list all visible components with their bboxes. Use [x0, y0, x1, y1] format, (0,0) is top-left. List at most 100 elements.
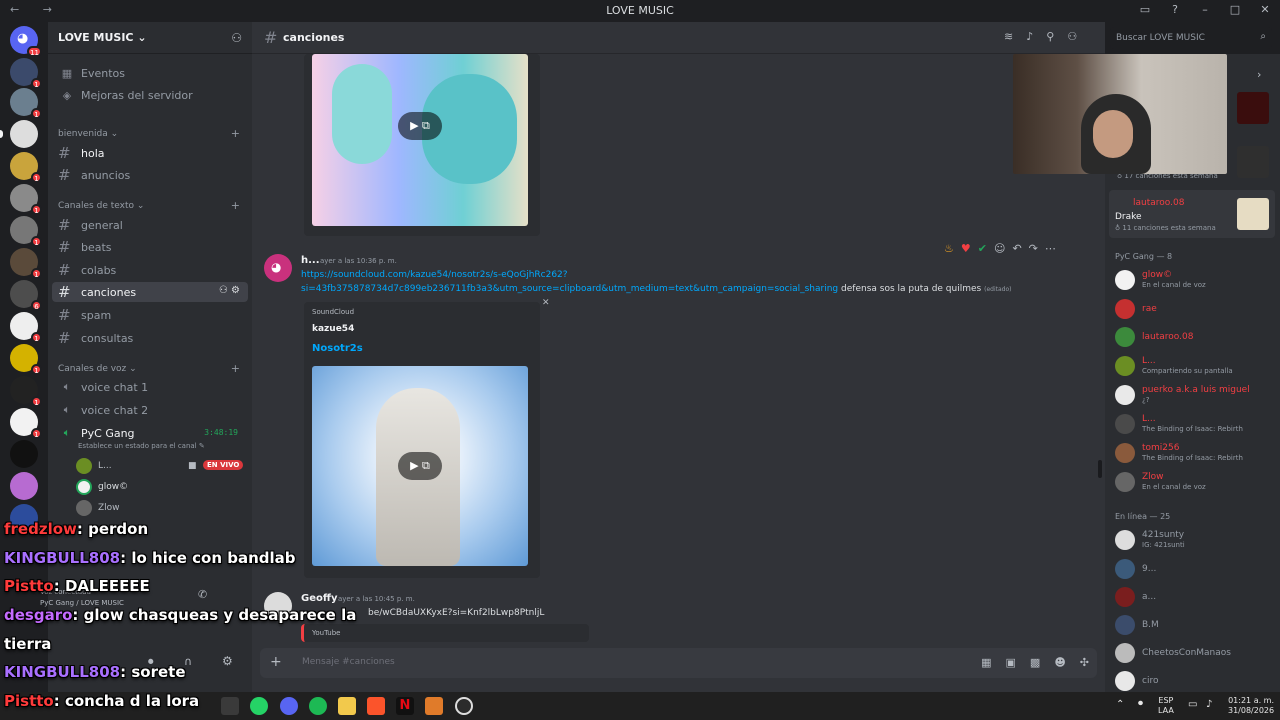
add-channel-icon[interactable]: + — [231, 127, 240, 140]
avatar[interactable]: ◕ — [264, 254, 292, 282]
channel-hola[interactable]: # hola — [52, 143, 248, 163]
member-row[interactable]: B.M — [1115, 613, 1159, 637]
member-row[interactable]: Zlow En el canal de voz — [1115, 470, 1206, 494]
member-row[interactable]: 421sunty IG: 421sunti — [1115, 528, 1185, 552]
category-bienvenida[interactable]: bienvenida ⌄ — [58, 129, 118, 139]
message-link[interactable]: si=43fb375878734d7c899eb236711fb3a3&utm_… — [301, 284, 838, 294]
activity-thumbnail[interactable] — [1237, 92, 1269, 124]
mic-tray-icon[interactable]: ⏺ — [1138, 699, 1143, 709]
member-row[interactable]: tomi256 The Binding of Isaac: Rebirth — [1115, 441, 1243, 465]
channel-beats[interactable]: # beats — [52, 237, 248, 257]
message-link[interactable]: be/wCBdaUXKyxE?si=Knf2lbLwp8PtnljL — [368, 606, 544, 620]
voice-status[interactable]: Establece un estado para el canal ✎ — [78, 442, 205, 450]
message-link[interactable]: https://soundcloud.com/kazue54/nosotr2s/… — [301, 270, 568, 280]
member-row[interactable]: glow© En el canal de voz — [1115, 268, 1206, 292]
file-explorer-icon[interactable] — [338, 697, 356, 715]
member-card-drake[interactable]: lautaroo.08 Drake ♁ 11 canciones esta se… — [1109, 190, 1275, 238]
voice-channel-pyc-gang[interactable]: 🔈︎ PyC Gang 3:48:19 — [52, 423, 248, 443]
add-channel-icon[interactable]: + — [231, 362, 240, 375]
sticker-icon[interactable]: ▩ — [1030, 656, 1040, 669]
server-icon[interactable] — [10, 440, 38, 468]
channel-anuncios[interactable]: # anuncios — [52, 165, 248, 185]
threads-icon[interactable]: ≋ — [1004, 30, 1013, 43]
boosts-item[interactable]: ◈ Mejoras del servidor — [52, 85, 248, 105]
events-item[interactable]: ▦ Eventos — [52, 63, 248, 83]
disconnect-icon[interactable]: ✆ — [198, 588, 207, 601]
message-composer[interactable]: + Mensaje #canciones ▦ ▣ ▩ ☻ ✣ — [260, 648, 1097, 678]
chevron-right-icon[interactable]: › — [1257, 68, 1261, 81]
member-row[interactable]: CheetosConManaos — [1115, 641, 1231, 665]
server-icon[interactable]: 1 — [10, 184, 42, 215]
member-row[interactable]: L... The Binding of Isaac: Rebirth — [1115, 412, 1243, 436]
embed-title[interactable]: Nosotr2s — [312, 343, 363, 354]
user-settings-icon[interactable]: ⚙ — [222, 654, 233, 668]
app-icon[interactable] — [425, 697, 443, 715]
embed-thumbnail[interactable]: ▶ ⧉ — [312, 366, 528, 566]
member-row[interactable]: 9... — [1115, 557, 1156, 581]
channel-consultas[interactable]: # consultas — [52, 328, 248, 348]
task-view-icon[interactable] — [221, 697, 239, 715]
embed-author[interactable]: kazue54 — [312, 324, 354, 334]
close-button[interactable]: ✕ — [1258, 3, 1272, 16]
check-reaction-icon[interactable]: ✔ — [978, 242, 987, 262]
maximize-button[interactable]: □ — [1228, 3, 1242, 16]
server-icon[interactable]: 1 — [10, 376, 42, 407]
clock[interactable]: 01:21 a. m. 31/08/2026 — [1228, 696, 1274, 716]
voice-channel-1[interactable]: 🔈︎ voice chat 1 — [52, 377, 248, 397]
pin-icon[interactable]: ⚲ — [1046, 30, 1054, 43]
member-row[interactable]: rae — [1115, 297, 1157, 321]
play-icon[interactable]: ▶ ⧉ — [398, 112, 442, 140]
member-row[interactable]: a... — [1115, 585, 1156, 609]
more-icon[interactable]: ⋯ — [1045, 242, 1056, 262]
fire-reaction-icon[interactable]: ♨ — [944, 242, 954, 262]
language-indicator[interactable]: ESP LAA — [1158, 696, 1174, 716]
emoji-icon[interactable]: ☻ — [1054, 656, 1065, 669]
whatsapp-icon[interactable] — [250, 697, 268, 715]
netflix-icon[interactable]: N — [396, 697, 414, 715]
server-icon[interactable] — [10, 472, 38, 500]
add-channel-icon[interactable]: + — [231, 199, 240, 212]
chevron-up-icon[interactable]: ⌃ — [1116, 700, 1124, 710]
settings-icon[interactable]: ⚇ ⚙ — [219, 285, 240, 296]
add-reaction-icon[interactable]: ☺ — [994, 242, 1005, 262]
activity-thumbnail[interactable] — [1237, 146, 1269, 178]
server-icon[interactable]: 1 — [10, 408, 42, 439]
minimize-button[interactable]: – — [1198, 3, 1212, 16]
channel-colabs[interactable]: # colabs — [52, 260, 248, 280]
server-icon[interactable]: 1 — [10, 152, 42, 183]
server-icon[interactable]: 6 — [10, 280, 42, 311]
channel-spam[interactable]: # spam — [52, 305, 248, 325]
volume-icon[interactable]: ♪ — [1206, 700, 1212, 710]
spotify-icon[interactable] — [309, 697, 327, 715]
channel-canciones[interactable]: # canciones ⚇ ⚙ — [52, 282, 248, 302]
network-icon[interactable]: ▭ — [1188, 700, 1197, 710]
server-icon[interactable]: 1 — [10, 344, 42, 375]
play-icon[interactable]: ▶ ⧉ — [398, 452, 442, 480]
voice-channel-2[interactable]: 🔈︎ voice chat 2 — [52, 400, 248, 420]
voice-user[interactable]: L... — [76, 457, 112, 475]
category-text[interactable]: Canales de texto ⌄ — [58, 201, 144, 211]
discord-taskbar-icon[interactable] — [280, 697, 298, 715]
member-row[interactable]: lautaroo.08 — [1115, 325, 1193, 349]
forward-icon[interactable]: ↷ — [1029, 242, 1038, 262]
member-row[interactable]: puerko a.k.a luis miguel ¿? — [1115, 383, 1250, 407]
attach-plus-icon[interactable]: + — [270, 654, 282, 670]
search-input[interactable]: Buscar LOVE MUSIC ⌕ — [1110, 27, 1272, 49]
obs-icon[interactable] — [455, 697, 473, 715]
gift-icon[interactable]: ▦ — [981, 656, 991, 669]
brave-icon[interactable] — [367, 697, 385, 715]
reply-icon[interactable]: ↶ — [1012, 242, 1021, 262]
channel-general[interactable]: # general — [52, 215, 248, 235]
close-icon[interactable]: ✕ — [542, 298, 550, 308]
server-icon[interactable]: 1 — [10, 88, 42, 119]
server-icon[interactable] — [0, 120, 38, 148]
help-icon[interactable]: ? — [1168, 3, 1182, 16]
message-author[interactable]: Geoffy — [301, 593, 337, 604]
server-header[interactable]: LOVE MUSIC ⌄ ⚇ — [48, 22, 252, 54]
member-row[interactable]: ciro — [1115, 669, 1158, 693]
embed-thumbnail[interactable]: ▶ ⧉ — [312, 54, 528, 226]
home-button[interactable]: ◕ 11 — [10, 26, 42, 57]
server-icon[interactable]: 1 — [10, 312, 42, 343]
message-author[interactable]: h... — [301, 255, 320, 266]
voice-user[interactable]: Zlow — [76, 499, 120, 517]
